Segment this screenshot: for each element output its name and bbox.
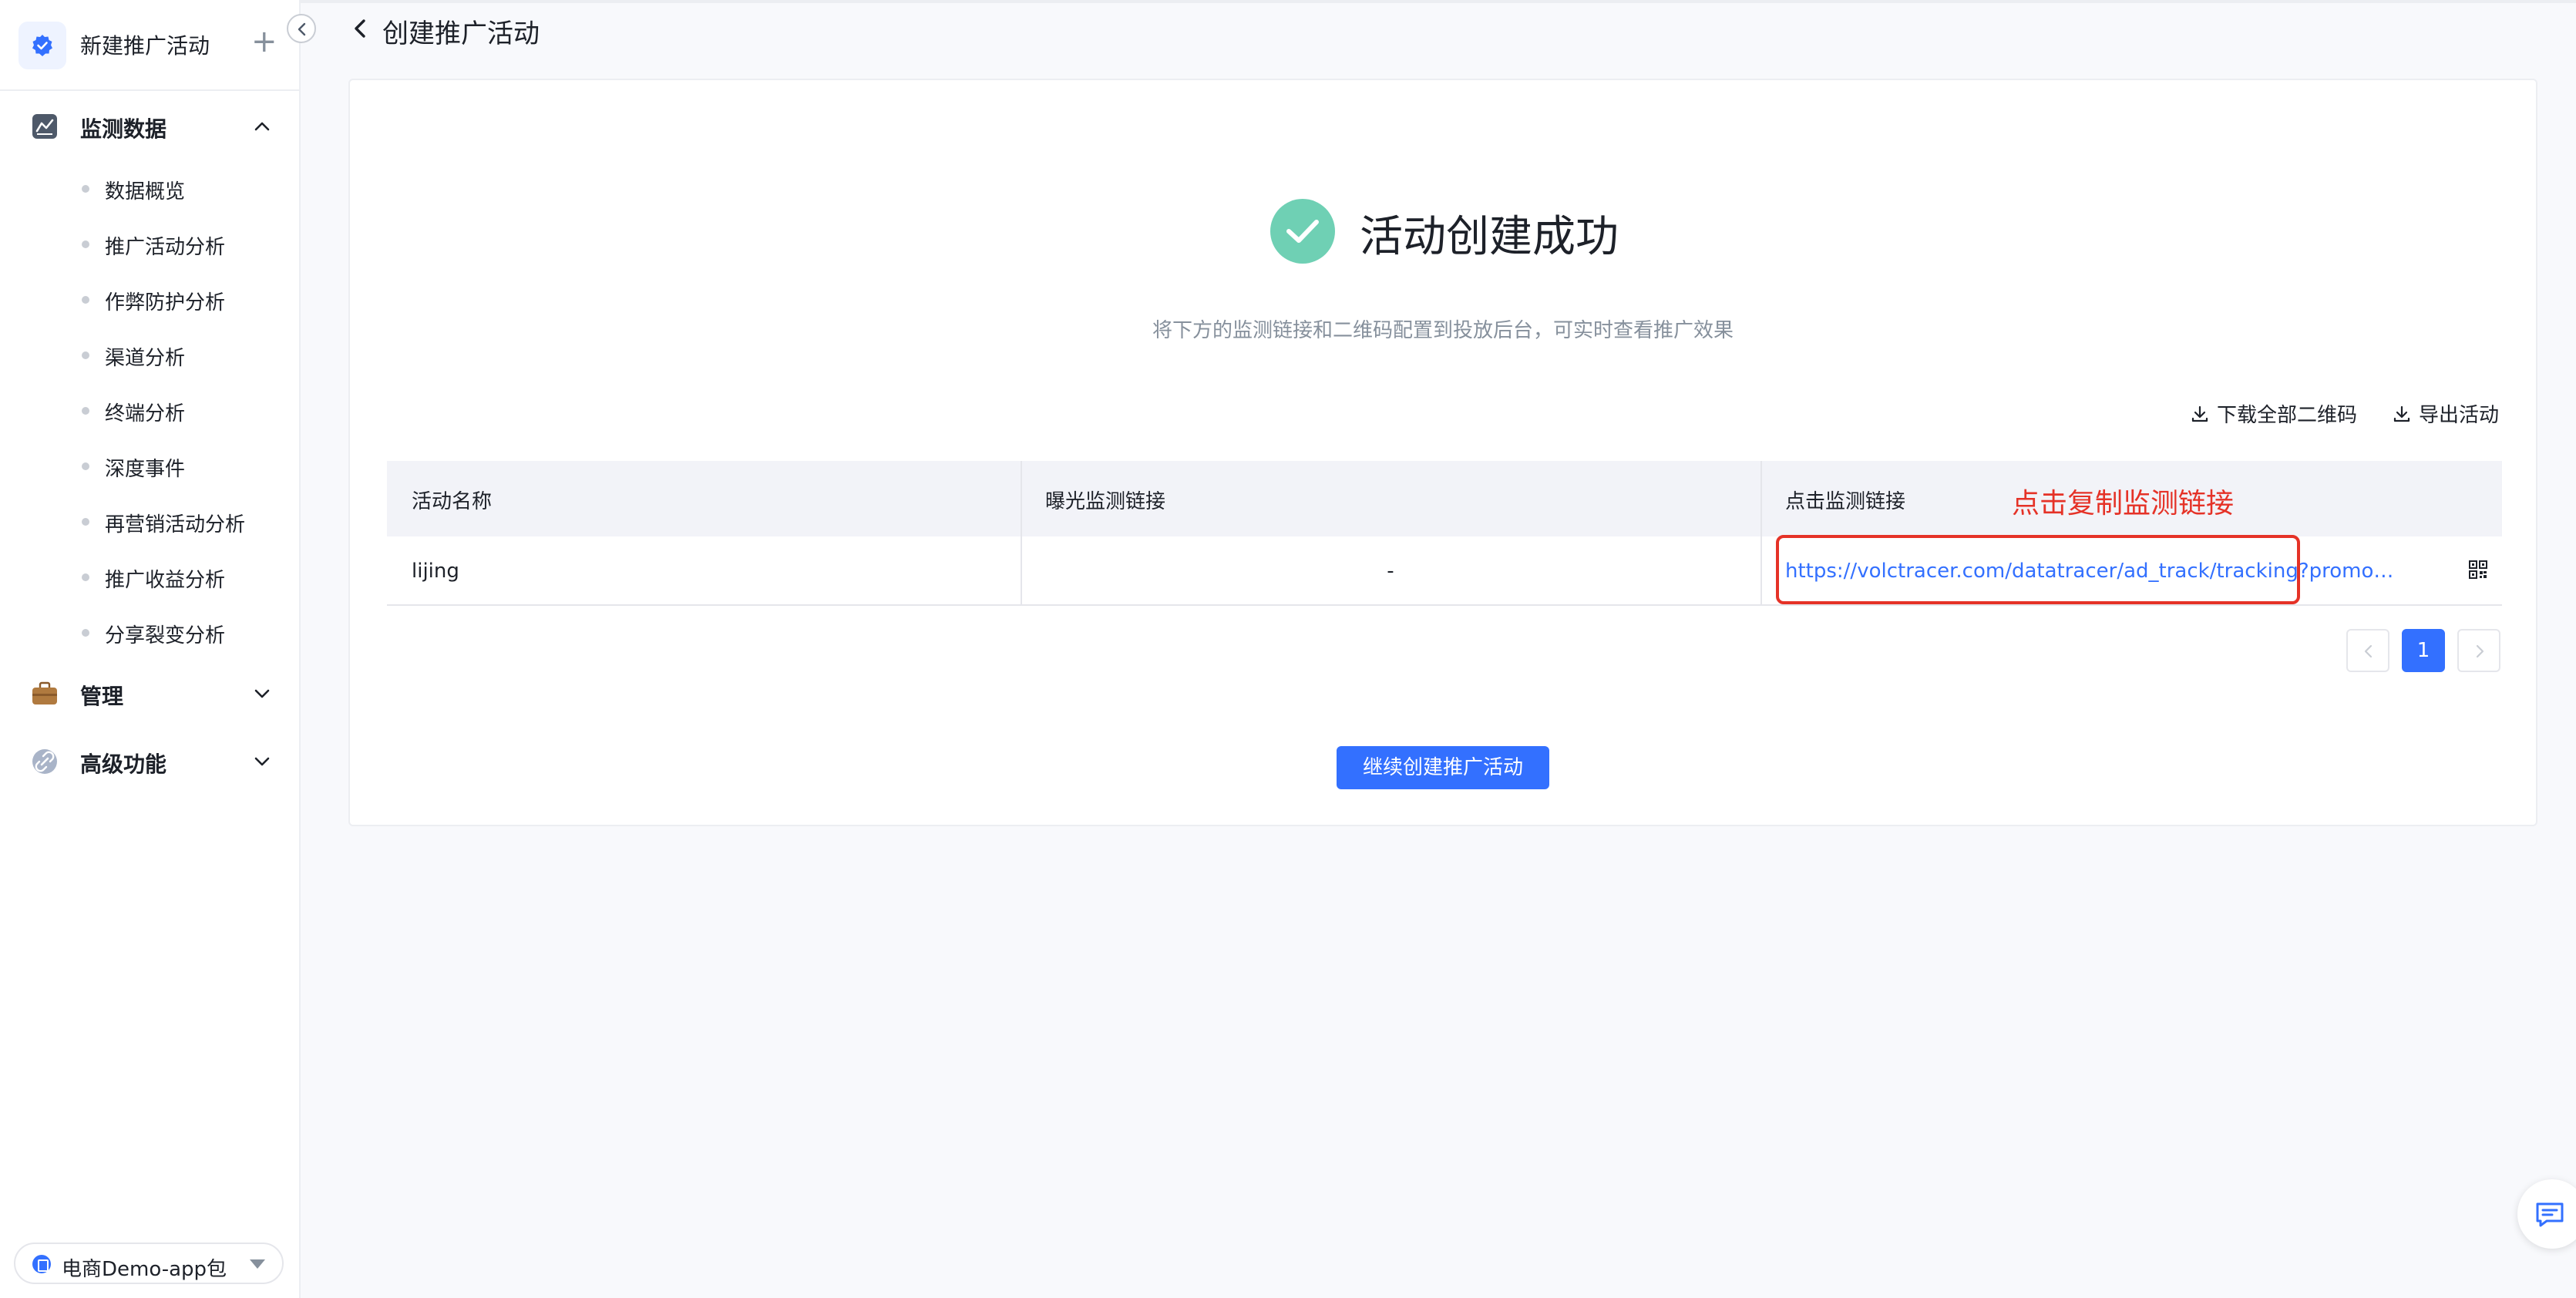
app-selector[interactable]: 电商Demo-app包 (14, 1243, 284, 1284)
sidebar-group-manage[interactable]: 管理 (0, 666, 299, 720)
chevron-down-icon[interactable] (253, 752, 271, 771)
next-page-button[interactable] (2457, 629, 2500, 672)
sidebar-item-label: 推广活动分析 (105, 236, 226, 259)
column-header-label: 活动名称 (412, 490, 493, 513)
exposure-link-cell: - (1021, 536, 1760, 604)
sidebar-item-fraud-analysis[interactable]: 作弊防护分析 (0, 273, 299, 324)
chevron-left-icon (2364, 644, 2373, 658)
activity-name: lijing (412, 560, 459, 583)
annotation-text: 点击复制监测链接 (2012, 488, 2235, 520)
sidebar-item-label: 推广收益分析 (105, 569, 226, 592)
column-divider (1760, 461, 1762, 606)
bullet-dot (82, 351, 89, 359)
pagination: 1 (2346, 629, 2500, 672)
group-label: 监测数据 (80, 116, 167, 142)
chevron-right-icon (2476, 644, 2484, 658)
chart-icon (32, 114, 57, 139)
qr-code-icon[interactable] (2468, 560, 2488, 580)
prev-page-button[interactable] (2346, 629, 2389, 672)
sidebar-item-label: 深度事件 (105, 458, 186, 481)
table-actions: 下载全部二维码 导出活动 (2191, 399, 2499, 428)
download-icon (2393, 405, 2410, 422)
feedback-float-button[interactable] (2517, 1179, 2576, 1249)
download-all-qr-button[interactable]: 下载全部二维码 (2191, 399, 2357, 428)
bullet-dot (82, 629, 89, 637)
column-header-label: 点击监测链接 (1785, 490, 1906, 513)
group-label: 高级功能 (80, 752, 167, 777)
chat-icon (2536, 1202, 2564, 1227)
app-icon (32, 1255, 51, 1273)
bullet-dot (82, 240, 89, 248)
collapse-sidebar-button[interactable] (287, 14, 316, 43)
plus-icon[interactable]: + (251, 26, 277, 57)
link-icon (32, 749, 57, 774)
caret-down-icon (250, 1259, 265, 1269)
page-title: 创建推广活动 (382, 18, 540, 49)
success-check-icon (1270, 199, 1335, 264)
success-subtitle: 将下方的监测链接和二维码配置到投放后台，可实时查看推广效果 (1152, 319, 1734, 342)
sidebar-item-label: 作弊防护分析 (105, 291, 226, 314)
bullet-dot (82, 407, 89, 415)
new-activity-label: 新建推广活动 (80, 33, 210, 59)
group-label: 管理 (80, 684, 124, 709)
chevron-down-icon[interactable] (253, 684, 271, 703)
success-title: 活动创建成功 (1360, 212, 1619, 262)
sidebar-item-label: 分享裂变分析 (105, 624, 226, 647)
column-header: 活动名称 (387, 461, 1021, 536)
sidebar-group-monitoring[interactable]: 监测数据 (0, 99, 299, 153)
sidebar-item-overview[interactable]: 数据概览 (0, 162, 299, 213)
bullet-dot (82, 185, 89, 193)
bullet-dot (82, 296, 89, 304)
sidebar-item-promotion-analysis[interactable]: 推广活动分析 (0, 217, 299, 268)
export-activity-button[interactable]: 导出活动 (2393, 399, 2499, 428)
sidebar-item-label: 数据概览 (105, 180, 186, 203)
sidebar-group-advanced[interactable]: 高级功能 (0, 734, 299, 788)
new-activity-item[interactable]: 新建推广活动 + (0, 0, 299, 91)
sidebar: 新建推广活动 + 监测数据 数据概览 推广活动分析 作弊防护分析 渠道分析 终端… (0, 0, 301, 1298)
download-icon (2191, 405, 2208, 422)
activity-name-cell: lijing (387, 536, 1021, 604)
export-label: 导出活动 (2418, 404, 2499, 427)
bullet-dot (82, 462, 89, 470)
result-card: 活动创建成功 将下方的监测链接和二维码配置到投放后台，可实时查看推广效果 下载全… (348, 79, 2537, 826)
sidebar-item-label: 渠道分析 (105, 347, 186, 370)
column-header: 曝光监测链接 (1021, 461, 1760, 536)
column-header-label: 曝光监测链接 (1045, 490, 1166, 513)
sidebar-item-device-analysis[interactable]: 终端分析 (0, 384, 299, 435)
table-row: lijing - https://volctracer.com/datatrac… (387, 536, 2502, 606)
bullet-dot (82, 518, 89, 526)
sidebar-item-label: 终端分析 (105, 402, 186, 425)
chevron-left-icon (298, 22, 306, 36)
exposure-link-value: - (1387, 560, 1394, 583)
app-selector-label: 电商Demo-app包 (62, 1258, 227, 1281)
briefcase-icon (32, 681, 57, 704)
sidebar-item-label: 再营销活动分析 (105, 513, 246, 536)
sidebar-item-share-analysis[interactable]: 分享裂变分析 (0, 606, 299, 657)
page-button-current[interactable]: 1 (2402, 629, 2445, 672)
sidebar-item-remarketing[interactable]: 再营销活动分析 (0, 495, 299, 546)
click-link-url[interactable]: https://volctracer.com/datatracer/ad_tra… (1785, 560, 2394, 583)
bullet-dot (82, 573, 89, 581)
sidebar-item-revenue-analysis[interactable]: 推广收益分析 (0, 550, 299, 601)
badge-icon (18, 22, 66, 69)
chevron-up-icon[interactable] (253, 117, 271, 136)
continue-create-button[interactable]: 继续创建推广活动 (1337, 746, 1549, 789)
column-divider (1021, 461, 1022, 606)
back-arrow-icon[interactable] (351, 18, 368, 39)
download-label: 下载全部二维码 (2216, 404, 2357, 427)
sidebar-item-channel-analysis[interactable]: 渠道分析 (0, 328, 299, 379)
top-divider (301, 0, 2576, 3)
sidebar-item-deep-events[interactable]: 深度事件 (0, 439, 299, 490)
click-link-cell: https://volctracer.com/datatracer/ad_tra… (1760, 536, 2502, 604)
